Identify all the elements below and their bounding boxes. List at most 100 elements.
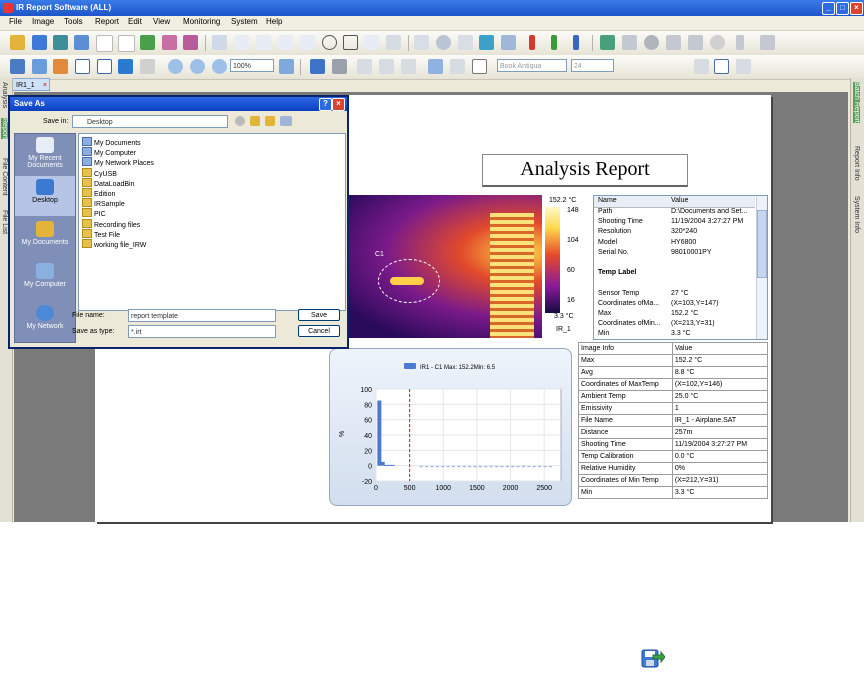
- eraser-icon[interactable]: [386, 35, 401, 50]
- gallery-icon[interactable]: [622, 35, 637, 50]
- diagonal-line-icon[interactable]: [278, 35, 293, 50]
- align-center-icon[interactable]: [714, 59, 729, 74]
- file-list-item[interactable]: CyUSB: [82, 167, 117, 178]
- menu-view[interactable]: View: [153, 17, 170, 26]
- polygon-tool-icon[interactable]: [364, 35, 379, 50]
- place-my-computer[interactable]: My Computer: [15, 260, 75, 300]
- menu-monitoring[interactable]: Monitoring: [183, 17, 220, 26]
- up-folder-icon[interactable]: [250, 116, 260, 126]
- align-right-icon[interactable]: [736, 59, 751, 74]
- globe-icon[interactable]: [436, 35, 451, 50]
- file-list-item[interactable]: Test File: [82, 228, 120, 239]
- record-icon[interactable]: [644, 35, 659, 50]
- maximize-icon[interactable]: □: [836, 2, 849, 15]
- side-tab-system-info[interactable]: System Info: [853, 196, 860, 233]
- save-in-select[interactable]: Desktop: [72, 115, 228, 128]
- file-list-item[interactable]: Recording files: [82, 218, 140, 229]
- side-tab-batch-report[interactable]: Batch Report: [853, 82, 860, 123]
- cancel-button[interactable]: Cancel: [298, 325, 340, 337]
- pointer-icon[interactable]: [212, 35, 227, 50]
- save-button[interactable]: Save: [298, 309, 340, 321]
- paste-icon[interactable]: [401, 59, 416, 74]
- chart-icon[interactable]: [118, 59, 133, 74]
- file-list-item[interactable]: PIC: [82, 208, 106, 218]
- save-as-icon[interactable]: [53, 35, 68, 50]
- side-tab-analysis[interactable]: Analysis: [1, 82, 8, 108]
- network-icon[interactable]: [760, 35, 775, 50]
- menu-image[interactable]: Image: [32, 17, 54, 26]
- side-tab-report[interactable]: Report: [1, 118, 8, 140]
- place-desktop[interactable]: Desktop: [15, 176, 75, 216]
- disk-icon[interactable]: [74, 35, 89, 50]
- histogram-panel[interactable]: 100 80 60 40 20 0 -20 0 500 1000 1500 2000 2500% IR1 …: [329, 348, 572, 506]
- circle-tool-icon[interactable]: [322, 35, 337, 50]
- file-list-item[interactable]: DataLoadBin: [82, 177, 134, 188]
- palette-icon[interactable]: [501, 35, 516, 50]
- side-tab-file-list[interactable]: File List: [1, 210, 8, 234]
- empty-icon[interactable]: [140, 59, 155, 74]
- list-icon[interactable]: [97, 59, 112, 74]
- picture-icon[interactable]: [32, 59, 47, 74]
- text-icon[interactable]: [472, 59, 487, 74]
- new-folder-icon[interactable]: [265, 116, 275, 126]
- menu-help[interactable]: Help: [266, 17, 282, 26]
- menu-system[interactable]: System: [231, 17, 258, 26]
- new-page-icon[interactable]: [96, 35, 113, 52]
- file-list-item[interactable]: Edition: [82, 188, 115, 198]
- report-title[interactable]: Analysis Report: [482, 154, 688, 187]
- side-tab-report-info[interactable]: Report Info: [853, 146, 860, 181]
- info-scroll-thumb[interactable]: [757, 210, 767, 278]
- font-size-select[interactable]: 24: [571, 59, 614, 72]
- help-icon[interactable]: ?: [319, 98, 332, 111]
- line-chart-icon[interactable]: [414, 35, 429, 50]
- target-icon[interactable]: [479, 35, 494, 50]
- tab-close-icon[interactable]: ×: [43, 79, 47, 92]
- export-icon[interactable]: [140, 35, 155, 50]
- save-type-select[interactable]: *.irt: [128, 325, 276, 338]
- place-recent[interactable]: My Recent Documents: [15, 134, 75, 174]
- point-tool-icon[interactable]: [234, 35, 249, 50]
- thumbnail-icon[interactable]: [10, 59, 25, 74]
- view-menu-icon[interactable]: [280, 116, 292, 126]
- minimize-icon[interactable]: _: [822, 2, 835, 15]
- file-list-item[interactable]: My Documents: [82, 137, 141, 147]
- menu-file[interactable]: File: [9, 17, 22, 26]
- menu-edit[interactable]: Edit: [128, 17, 142, 26]
- thermal-image-icon[interactable]: [183, 35, 198, 50]
- cut-icon[interactable]: [357, 59, 372, 74]
- close-icon[interactable]: ×: [850, 2, 863, 15]
- arrow-icon[interactable]: [428, 59, 443, 74]
- file-list-item[interactable]: My Computer: [82, 147, 136, 157]
- film-icon[interactable]: [666, 35, 681, 50]
- thermometer-blue-icon[interactable]: [573, 35, 579, 50]
- stop-icon[interactable]: [710, 35, 725, 50]
- table-icon[interactable]: [75, 59, 90, 74]
- triangle-tool-icon[interactable]: [300, 35, 315, 50]
- menu-report[interactable]: Report: [95, 17, 119, 26]
- thermometer-red-icon[interactable]: [529, 35, 535, 50]
- usb-icon[interactable]: [736, 35, 744, 50]
- open-icon[interactable]: [10, 35, 25, 50]
- place-my-documents[interactable]: My Documents: [15, 218, 75, 258]
- grid-icon[interactable]: [450, 59, 465, 74]
- align-left-icon[interactable]: [694, 59, 709, 74]
- rectangle-tool-icon[interactable]: [343, 35, 358, 50]
- trend-icon[interactable]: [458, 35, 473, 50]
- zoom-page-icon[interactable]: [279, 59, 294, 74]
- color-bar-icon[interactable]: [53, 59, 68, 74]
- thermal-image[interactable]: C1: [347, 195, 542, 338]
- file-list-item[interactable]: IRSample: [82, 198, 125, 208]
- line-tool-icon[interactable]: [256, 35, 271, 50]
- zoom-out-icon[interactable]: [190, 59, 205, 74]
- dialog-close-icon[interactable]: ×: [332, 98, 345, 111]
- file-list-item[interactable]: My Network Places: [82, 157, 154, 167]
- landscape-image-icon[interactable]: [600, 35, 615, 50]
- copy-icon[interactable]: [379, 59, 394, 74]
- menu-tools[interactable]: Tools: [64, 17, 83, 26]
- camera-icon[interactable]: [688, 35, 703, 50]
- zoom-in-icon[interactable]: [168, 59, 183, 74]
- back-icon[interactable]: [235, 116, 245, 126]
- thermometer-green-icon[interactable]: [551, 35, 557, 50]
- undo-icon[interactable]: [310, 59, 325, 74]
- file-name-input[interactable]: report template: [128, 309, 276, 322]
